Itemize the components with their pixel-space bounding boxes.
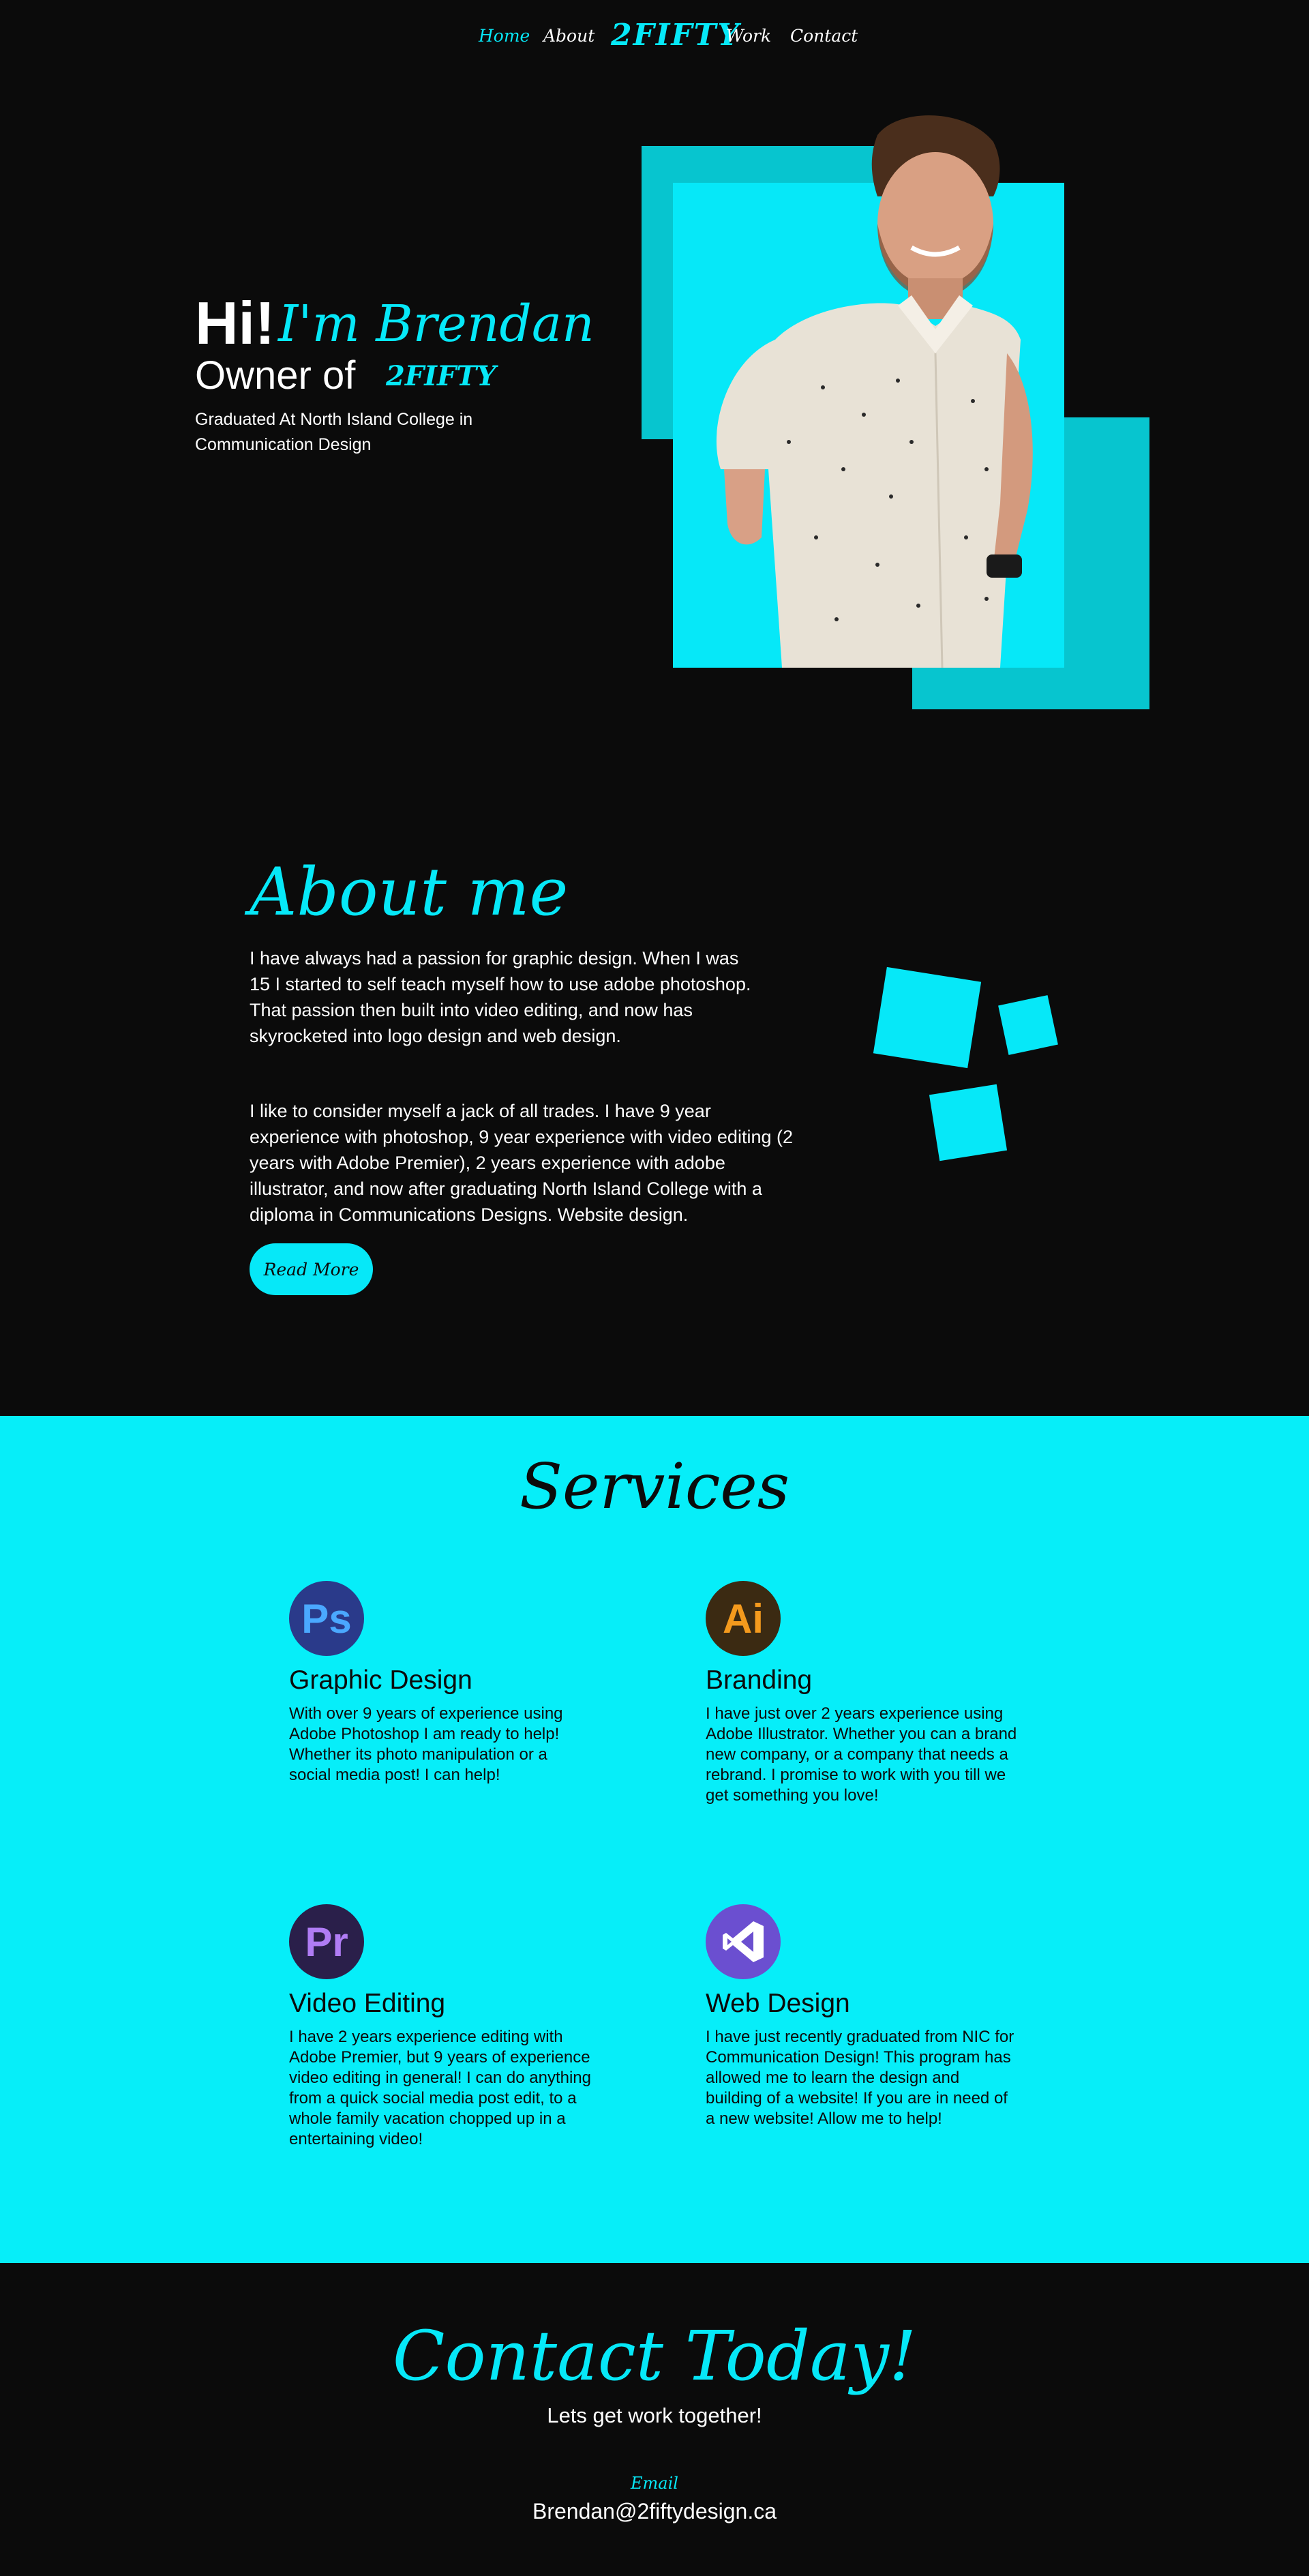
email-label: Email xyxy=(631,2474,678,2493)
service-title: Graphic Design xyxy=(289,1665,472,1695)
site-logo[interactable]: 2FIFTY xyxy=(611,18,740,53)
about-title: About me xyxy=(250,854,569,930)
person-illustration xyxy=(716,115,1033,668)
service-description: I have just recently graduated from NIC … xyxy=(706,2028,1014,2128)
service-title: Video Editing xyxy=(289,1989,446,2018)
hero-owner-label: Owner of xyxy=(195,353,356,398)
contact-title: Contact Today! xyxy=(392,2316,917,2396)
hero-owner-logo: 2FIFTY xyxy=(386,360,496,392)
illustrator-icon: Ai xyxy=(706,1581,781,1656)
service-card-video-editing: Pr Video Editing I have 2 years experien… xyxy=(289,1904,603,2150)
nav-work-link[interactable]: Work xyxy=(726,26,771,46)
about-paragraph-2: I like to consider myself a jack of all … xyxy=(250,1101,793,1225)
premiere-icon: Pr xyxy=(289,1904,364,1979)
decor-square-large xyxy=(873,966,982,1069)
profile-photo xyxy=(673,115,1064,668)
about-paragraph-1: I have always had a passion for graphic … xyxy=(250,948,751,1046)
nav-home-link[interactable]: Home xyxy=(479,26,530,46)
decor-square-medium xyxy=(929,1084,1008,1161)
visual-studio-icon xyxy=(706,1904,781,1979)
photoshop-icon: Ps xyxy=(289,1581,364,1656)
services-title: Services xyxy=(519,1450,790,1523)
services-section: Services Ps Graphic Design With over 9 y… xyxy=(0,1416,1309,2263)
service-description: I have just over 2 years experience usin… xyxy=(706,1704,1017,1805)
service-title: Branding xyxy=(706,1665,813,1695)
email-link[interactable]: Brendan@2fiftydesign.ca xyxy=(0,2499,1309,2524)
hero-greeting: Hi! xyxy=(195,289,275,357)
contact-subtitle: Lets get work together! xyxy=(547,2403,762,2427)
visual-studio-logo-icon xyxy=(723,1921,764,1962)
nav-about-link[interactable]: About xyxy=(543,26,595,46)
decor-square-small xyxy=(998,995,1058,1055)
service-title: Web Design xyxy=(706,1989,850,2018)
hero-name: I'm Brendan xyxy=(278,295,595,353)
top-nav: Home About 2FIFTY Work Contact xyxy=(0,0,1309,80)
hero-subtitle: Graduated At North Island College in Com… xyxy=(195,410,473,454)
service-description: With over 9 years of experience using Ad… xyxy=(289,1704,563,1784)
read-more-button[interactable]: Read More xyxy=(250,1243,373,1295)
service-description: I have 2 years experience editing with A… xyxy=(289,2028,591,2148)
service-card-branding: Ai Branding I have just over 2 years exp… xyxy=(706,1581,1019,1806)
service-card-web-design: Web Design I have just recently graduate… xyxy=(706,1904,1019,2129)
nav-contact-link[interactable]: Contact xyxy=(790,26,858,46)
service-card-graphic-design: Ps Graphic Design With over 9 years of e… xyxy=(289,1581,603,1786)
